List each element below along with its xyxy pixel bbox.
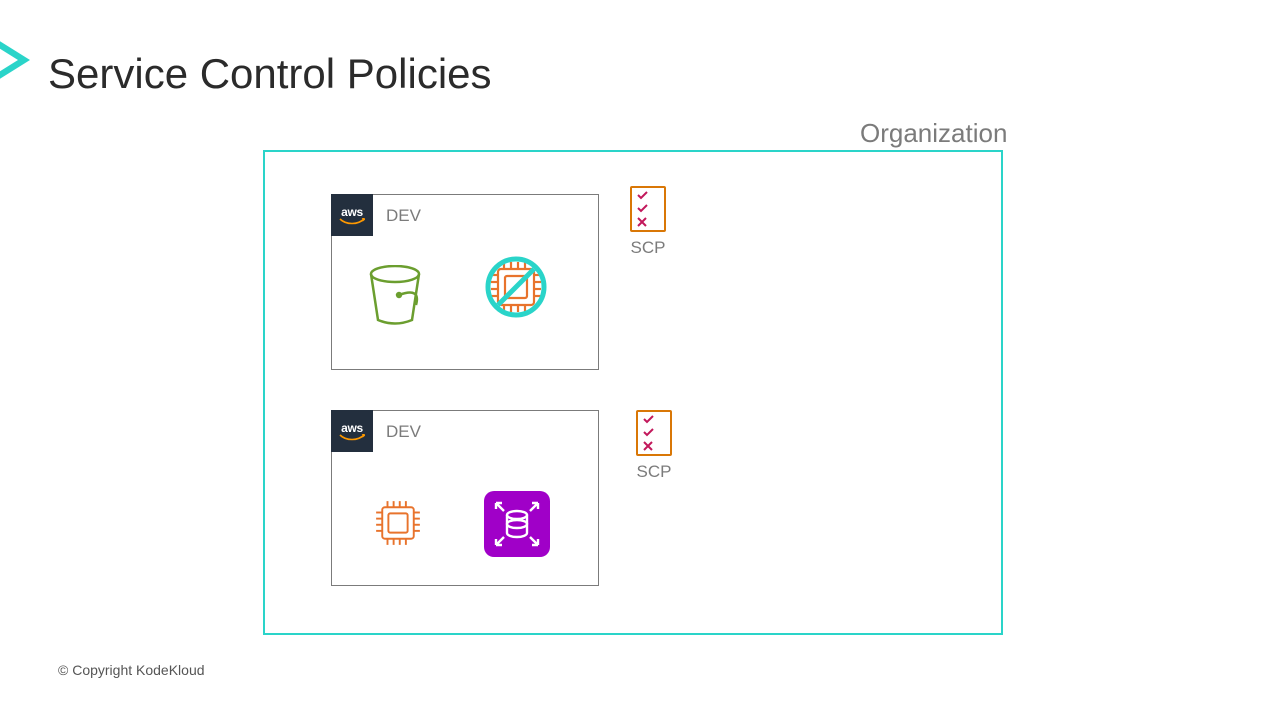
- aws-logo-icon: aws: [331, 410, 373, 452]
- ec2-chip-icon: [370, 495, 426, 556]
- scp-block-2: SCP: [636, 410, 672, 482]
- ec2-chip-prohibited-icon: [484, 255, 548, 324]
- scp-block-1: SCP: [630, 186, 666, 258]
- scp-policy-icon: [630, 186, 666, 232]
- slide: Service Control Policies Organization aw…: [0, 0, 1280, 720]
- rds-autoscale-icon: [484, 491, 550, 562]
- organization-label: Organization: [860, 118, 1007, 149]
- aws-smile-icon: [339, 434, 365, 442]
- aws-logo-icon: aws: [331, 194, 373, 236]
- scp-policy-icon: [636, 410, 672, 456]
- scp-label: SCP: [636, 462, 672, 482]
- page-title: Service Control Policies: [48, 50, 492, 98]
- s3-bucket-icon: [366, 265, 424, 332]
- scp-label: SCP: [630, 238, 666, 258]
- account-label: DEV: [386, 206, 421, 226]
- account-label: DEV: [386, 422, 421, 442]
- account-box-dev-1: aws DEV: [331, 194, 599, 370]
- copyright-text: © Copyright KodeKloud: [58, 662, 205, 678]
- aws-smile-icon: [339, 218, 365, 226]
- account-box-dev-2: aws DEV: [331, 410, 599, 586]
